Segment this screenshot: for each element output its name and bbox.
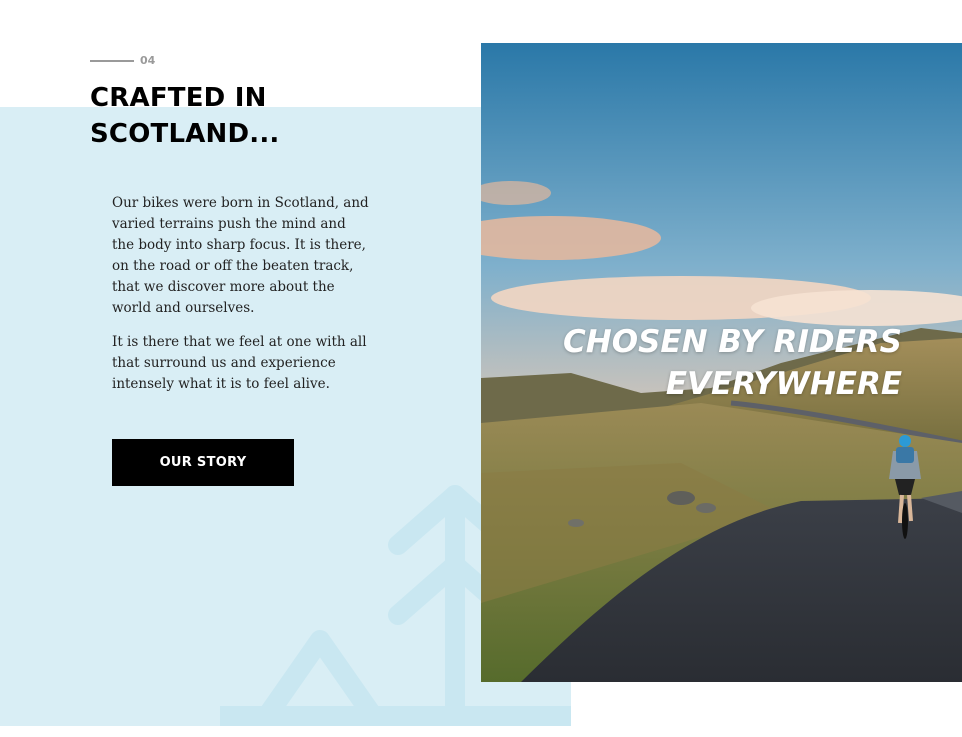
our-story-button[interactable]: OUR STORY bbox=[112, 439, 294, 486]
section-title: CRAFTED IN SCOTLAND... bbox=[90, 83, 280, 149]
section-divider-line bbox=[90, 59, 134, 62]
body-paragraph-1: Our bikes were born in Scotland, and var… bbox=[112, 195, 369, 316]
hero-tagline-line-2: EVERYWHERE bbox=[665, 366, 902, 402]
body-paragraph-2: It is there that we feel at one with all… bbox=[112, 334, 367, 392]
section-number: 04 bbox=[90, 54, 155, 67]
body-copy: Our bikes were born in Scotland, and var… bbox=[112, 193, 372, 408]
section-number-label: 04 bbox=[140, 54, 156, 67]
hero-cyclist-photo: CHOSEN BY RIDERS EVERYWHERE bbox=[481, 43, 962, 682]
hero-tagline: CHOSEN BY RIDERS EVERYWHERE bbox=[563, 321, 902, 405]
hero-tagline-line-1: CHOSEN BY RIDERS bbox=[563, 324, 902, 360]
